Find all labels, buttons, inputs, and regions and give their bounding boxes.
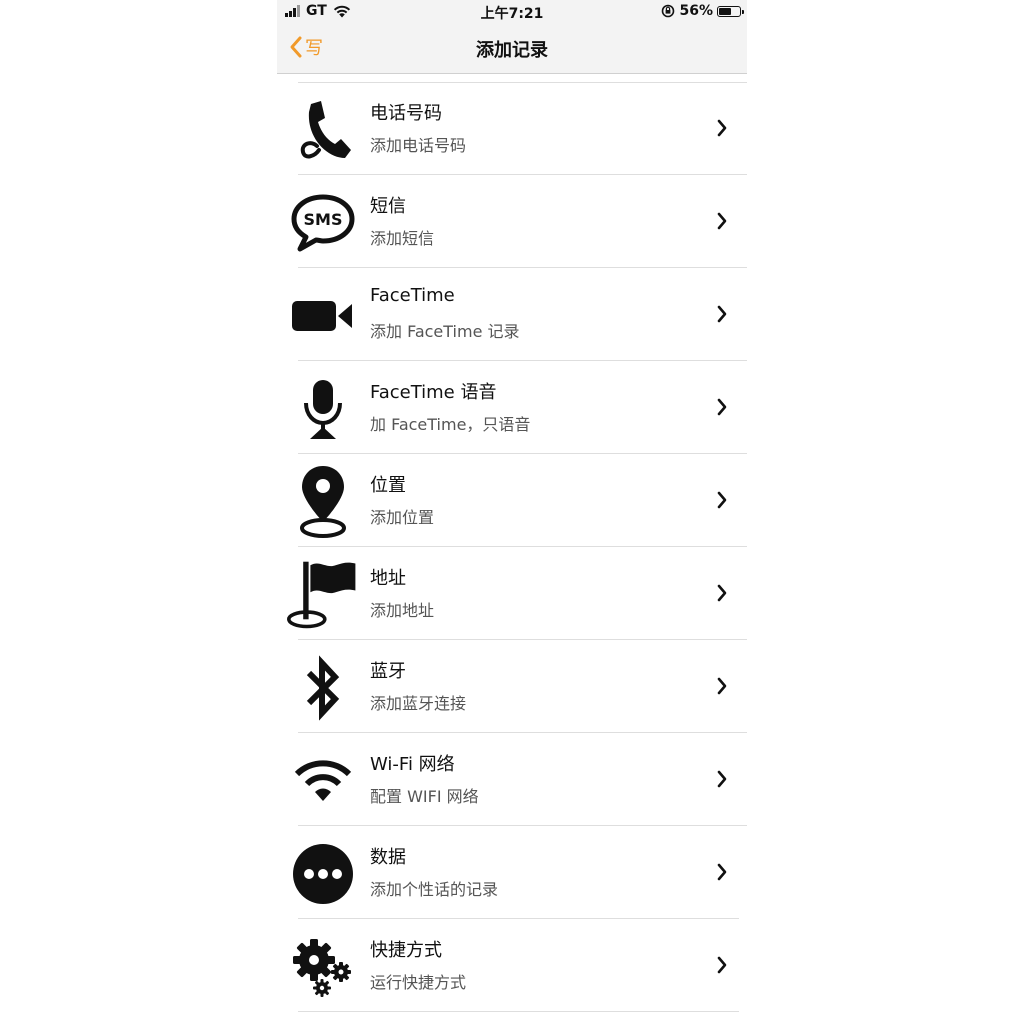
list-item-shortcut[interactable]: 快捷方式 运行快捷方式 — [277, 919, 747, 1012]
item-subtitle: 添加个性话的记录 — [370, 880, 499, 899]
item-title: 电话号码 — [370, 103, 442, 124]
chevron-right-icon — [717, 863, 727, 881]
battery-percent: 56% — [679, 3, 713, 19]
chevron-right-icon — [717, 119, 727, 137]
item-subtitle: 运行快捷方式 — [370, 973, 467, 992]
item-subtitle: 添加地址 — [370, 601, 435, 620]
battery-icon — [717, 5, 744, 17]
gears-icon — [287, 933, 359, 1001]
status-right: 56% — [661, 3, 744, 19]
item-title: FaceTime 语音 — [370, 382, 497, 403]
list-item-data[interactable]: 数据 添加个性话的记录 — [277, 826, 747, 919]
chevron-right-icon — [717, 677, 727, 695]
row-divider — [298, 1011, 739, 1012]
chevron-right-icon — [717, 212, 727, 230]
orientation-lock-icon — [662, 4, 675, 18]
chevron-right-icon — [717, 305, 727, 323]
item-subtitle: 添加 FaceTime 记录 — [370, 322, 520, 341]
page-title: 添加记录 — [476, 40, 548, 61]
item-title: 短信 — [370, 196, 406, 217]
svg-text:SMS: SMS — [304, 210, 343, 229]
chevron-right-icon — [717, 584, 727, 602]
list-item-address[interactable]: 地址 添加地址 — [277, 547, 747, 640]
list-item-bluetooth[interactable]: 蓝牙 添加蓝牙连接 — [277, 640, 747, 733]
list-item-wifi[interactable]: Wi-Fi 网络 配置 WIFI 网络 — [277, 733, 747, 826]
chevron-right-icon — [717, 398, 727, 416]
item-title: Wi-Fi 网络 — [370, 754, 455, 775]
item-title: 数据 — [370, 847, 406, 868]
list-item-location[interactable]: 位置 添加位置 — [277, 454, 747, 547]
sms-bubble-icon: SMS — [287, 189, 359, 257]
item-subtitle: 加 FaceTime，只语音 — [370, 415, 531, 434]
bluetooth-icon — [287, 654, 359, 722]
phone-icon — [287, 96, 359, 164]
video-camera-icon — [287, 282, 359, 350]
item-title: 快捷方式 — [370, 940, 442, 961]
item-title: FaceTime — [370, 285, 455, 306]
list-item-sms[interactable]: SMS 短信 添加短信 — [277, 175, 747, 268]
item-title: 地址 — [370, 568, 406, 589]
status-bar: GT 上午7:21 56% — [277, 0, 747, 24]
more-dots-icon — [287, 840, 359, 908]
item-subtitle: 添加短信 — [370, 229, 435, 248]
location-pin-icon — [287, 466, 359, 538]
chevron-right-icon — [717, 770, 727, 788]
item-subtitle: 配置 WIFI 网络 — [370, 787, 479, 806]
list-item-facetime[interactable]: FaceTime 添加 FaceTime 记录 — [277, 268, 747, 361]
list-item-phone[interactable]: 电话号码 添加电话号码 — [277, 82, 747, 175]
phone-screen: GT 上午7:21 56% 写 添加记录 电话号码 添加电话号码 SMS 短信 … — [277, 0, 747, 1024]
item-subtitle: 添加位置 — [370, 508, 435, 527]
microphone-icon — [287, 375, 359, 443]
item-subtitle: 添加蓝牙连接 — [370, 694, 467, 713]
item-title: 位置 — [370, 475, 406, 496]
list-item-facetime-audio[interactable]: FaceTime 语音 加 FaceTime，只语音 — [277, 361, 747, 454]
item-title: 蓝牙 — [370, 661, 406, 682]
navigation-bar: 写 添加记录 — [277, 24, 747, 74]
chevron-right-icon — [717, 956, 727, 974]
flag-icon — [287, 561, 359, 629]
chevron-right-icon — [717, 491, 727, 509]
wifi-icon — [287, 747, 359, 815]
item-subtitle: 添加电话号码 — [370, 136, 467, 155]
